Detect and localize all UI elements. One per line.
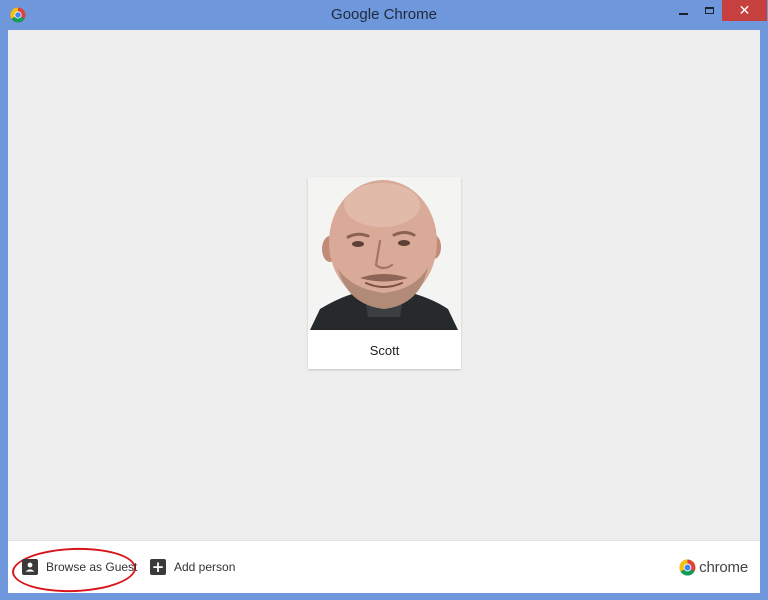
browse-as-guest-button[interactable]: Browse as Guest (22, 541, 137, 593)
profile-name: Scott (369, 343, 400, 358)
add-person-label: Add person (174, 560, 236, 574)
guest-icon (22, 559, 38, 575)
user-photo-icon (308, 177, 461, 330)
profile-card-scott[interactable]: Scott (308, 177, 461, 369)
window-title: Google Chrome (331, 6, 437, 23)
chrome-logo-icon (679, 559, 696, 575)
footer-bar: Browse as Guest + Add person chrome (8, 540, 760, 595)
maximize-icon (704, 7, 714, 14)
avatar (308, 177, 461, 330)
browse-as-guest-label: Browse as Guest (46, 560, 138, 574)
add-icon: + (150, 558, 166, 576)
minimize-button[interactable] (670, 0, 696, 21)
chrome-branding: chrome (679, 541, 748, 593)
minimize-icon (678, 12, 688, 15)
add-person-button[interactable]: + Add person (150, 541, 235, 593)
close-button[interactable]: ✕ (722, 0, 767, 21)
chrome-wordmark: chrome (699, 558, 748, 576)
maximize-button[interactable] (696, 0, 722, 21)
profile-picker: Scott Browse as Guest + Add person chrom… (8, 30, 760, 595)
title-bar[interactable]: Google Chrome ✕ (0, 0, 768, 30)
close-icon: ✕ (738, 2, 751, 19)
